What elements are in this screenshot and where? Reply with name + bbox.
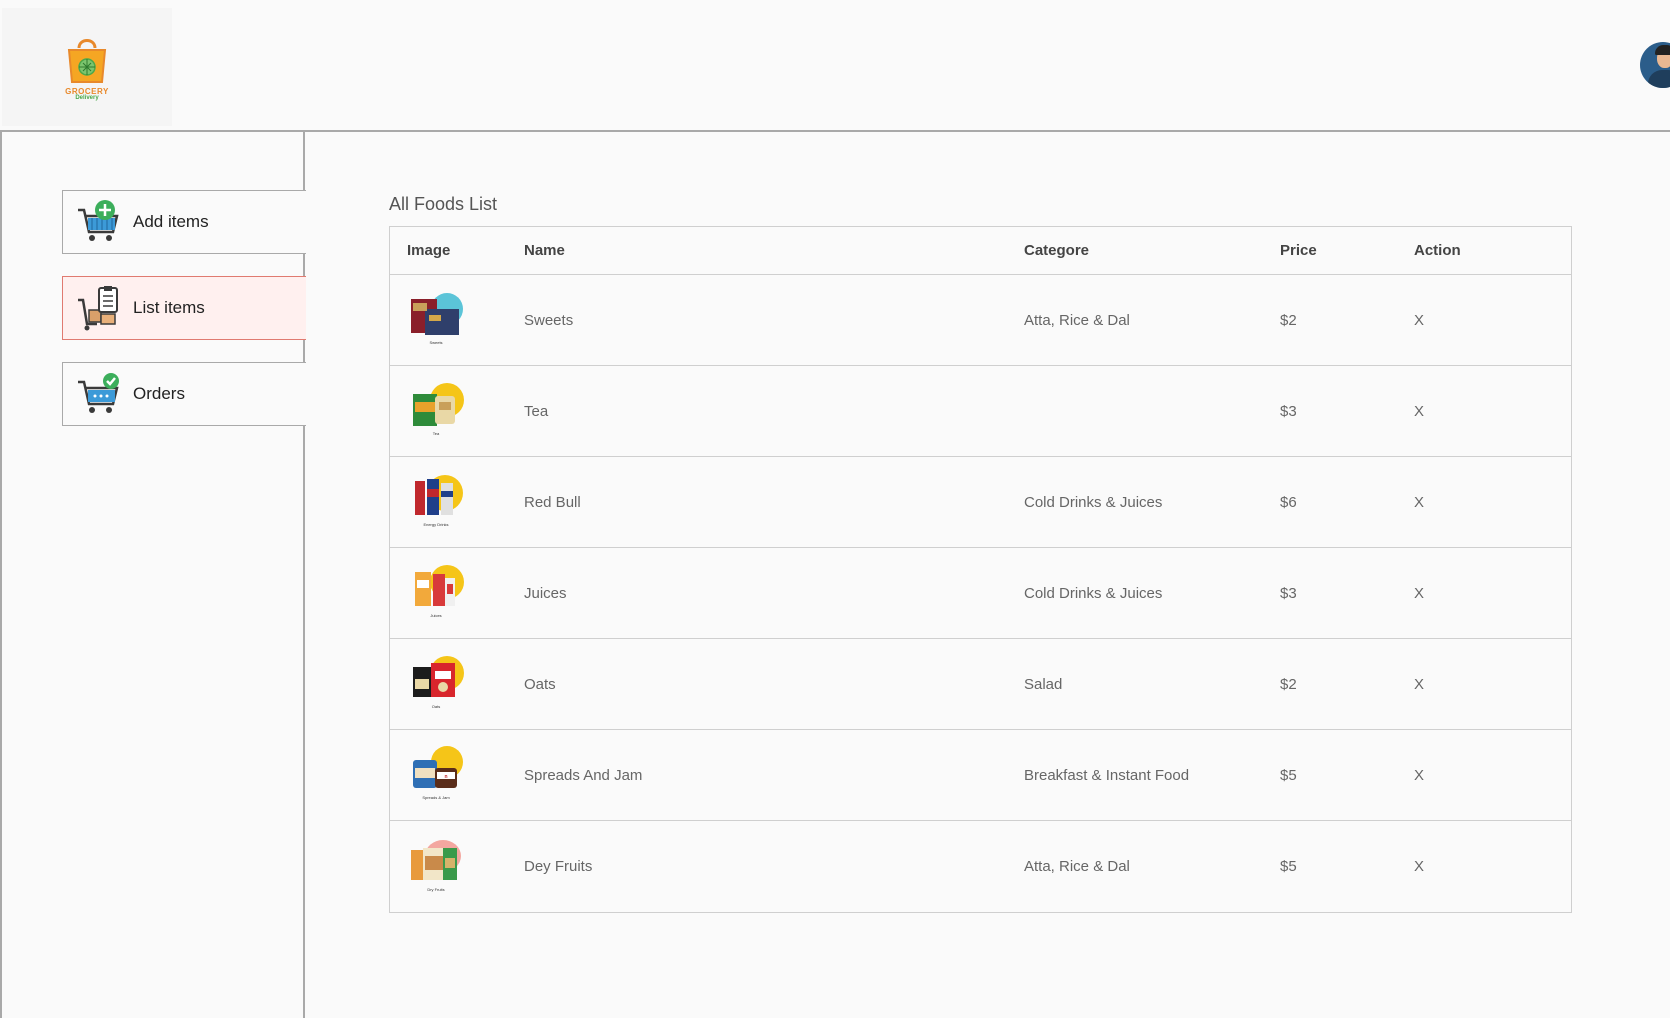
sidebar-item-label: Orders xyxy=(133,384,185,403)
remove-button[interactable]: X xyxy=(1414,767,1424,784)
column-header-price: Price xyxy=(1280,242,1317,259)
product-name: Juices xyxy=(524,584,567,602)
svg-text:n: n xyxy=(444,774,447,780)
product-thumbnail: Dry Fruits xyxy=(411,839,461,892)
column-header-category: Categore xyxy=(1024,242,1090,259)
product-name: Spreads And Jam xyxy=(524,766,643,784)
product-name: Tea xyxy=(524,402,549,420)
svg-text:Sweets: Sweets xyxy=(429,340,442,345)
product-category: Cold Drinks & Juices xyxy=(1024,584,1163,602)
navbar: GROCERY Delivery xyxy=(0,0,1670,132)
product-category: Atta, Rice & Dal xyxy=(1024,311,1130,329)
product-thumbnail: Energy Drinks xyxy=(415,475,463,527)
product-price: $5 xyxy=(1280,766,1297,784)
sidebar-item-label: Add items xyxy=(133,212,209,231)
logo[interactable]: GROCERY Delivery xyxy=(2,8,172,126)
remove-button[interactable]: X xyxy=(1414,403,1424,420)
product-price: $2 xyxy=(1280,311,1297,329)
table-row: Energy Drinks Red Bull Cold Drinks & Jui… xyxy=(390,457,1571,548)
product-category: Atta, Rice & Dal xyxy=(1024,858,1130,875)
product-name: Dey Fruits xyxy=(524,858,593,875)
svg-text:Dry Fruits: Dry Fruits xyxy=(427,887,444,892)
product-price: $3 xyxy=(1280,402,1297,420)
cart-check-icon xyxy=(78,373,119,413)
table-row: Sweets Sweets Atta, Rice & Dal $2 X xyxy=(390,275,1571,366)
table-header: Image Name Categore Price Action xyxy=(390,227,1571,275)
table-row: Tea Tea $3 X xyxy=(390,366,1571,457)
svg-text:Juices: Juices xyxy=(430,613,441,618)
table-row: Oats Oats Salad $2 X xyxy=(390,639,1571,730)
main-content: All Foods List Image Name Categore Price… xyxy=(305,132,1670,1018)
remove-button[interactable]: X xyxy=(1414,676,1424,693)
user-avatar[interactable] xyxy=(1640,42,1670,88)
sidebar-item-list-items[interactable]: List items xyxy=(62,276,306,340)
product-category: Cold Drinks & Juices xyxy=(1024,493,1163,511)
product-category: Salad xyxy=(1024,675,1063,693)
cart-add-icon xyxy=(78,200,119,241)
foods-table: Image Name Categore Price Action Sweets … xyxy=(389,226,1572,913)
remove-button[interactable]: X xyxy=(1414,494,1424,511)
shopping-bag-logo-icon xyxy=(67,38,107,83)
table-row: n Spreads & Jam Spreads And Jam Breakfas… xyxy=(390,730,1571,821)
sidebar-item-add-items[interactable]: Add items xyxy=(62,190,306,254)
remove-button[interactable]: X xyxy=(1414,858,1424,875)
svg-text:Energy Drinks: Energy Drinks xyxy=(423,522,448,527)
product-category: Breakfast & Instant Food xyxy=(1024,766,1190,784)
table-row: Dry Fruits Dey Fruits Atta, Rice & Dal $… xyxy=(390,821,1571,912)
product-thumbnail: Tea xyxy=(413,383,464,436)
column-header-name: Name xyxy=(524,242,565,259)
product-thumbnail: Sweets xyxy=(411,293,463,345)
product-name: Oats xyxy=(524,675,556,693)
column-header-image: Image xyxy=(407,242,451,259)
logo-subtext: Delivery xyxy=(75,94,99,101)
product-price: $2 xyxy=(1280,675,1297,693)
product-name: Red Bull xyxy=(524,493,581,511)
column-header-action: Action xyxy=(1414,242,1461,259)
sidebar-item-orders[interactable]: Orders xyxy=(62,362,306,426)
product-price: $3 xyxy=(1280,584,1297,602)
list-clipboard-icon xyxy=(78,286,118,331)
svg-text:Spreads & Jam: Spreads & Jam xyxy=(422,795,450,800)
sidebar-item-label: List items xyxy=(133,298,205,317)
product-price: $5 xyxy=(1280,858,1297,875)
product-thumbnail: Juices xyxy=(415,565,464,618)
product-thumbnail: Oats xyxy=(413,656,464,709)
table-row: Juices Juices Cold Drinks & Juices $3 X xyxy=(390,548,1571,639)
svg-text:Tea: Tea xyxy=(433,431,440,436)
product-price: $6 xyxy=(1280,493,1297,511)
page-title: All Foods List xyxy=(389,194,498,214)
remove-button[interactable]: X xyxy=(1414,585,1424,602)
sidebar: Add items List items Orders xyxy=(0,132,306,1018)
remove-button[interactable]: X xyxy=(1414,312,1424,329)
product-name: Sweets xyxy=(524,311,574,329)
product-thumbnail: n Spreads & Jam xyxy=(413,746,463,800)
svg-text:Oats: Oats xyxy=(432,704,440,709)
